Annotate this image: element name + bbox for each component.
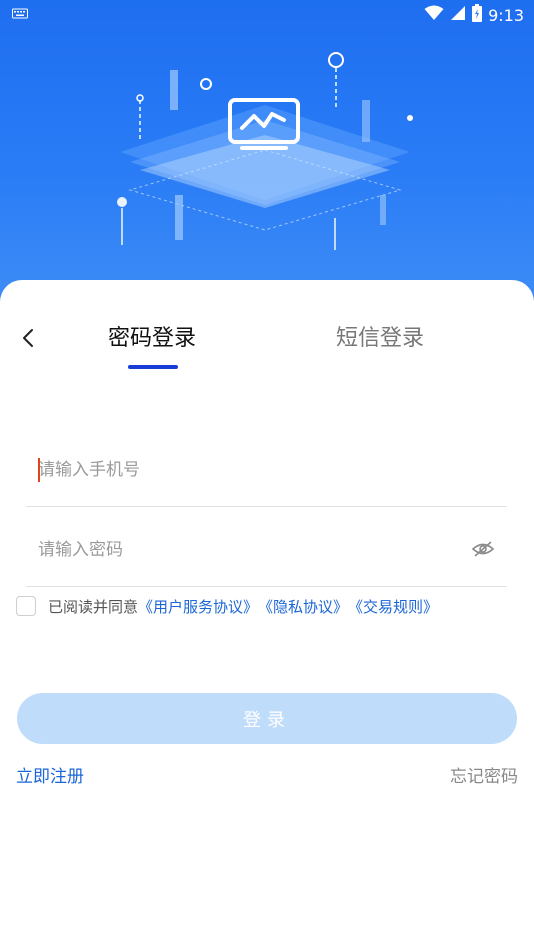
keyboard-icon	[12, 6, 28, 24]
login-card: 密码登录 短信登录 已阅读并同意 《用户服务协议》 《隐私协议》 《交易规则》 …	[0, 280, 534, 950]
wifi-icon	[424, 5, 444, 25]
phone-input[interactable]	[38, 456, 458, 484]
chevron-left-icon	[23, 329, 33, 347]
status-bar: 9:13	[0, 0, 534, 28]
eye-closed-icon[interactable]	[471, 540, 495, 558]
user-agreement-link[interactable]: 《用户服务协议》	[138, 596, 258, 617]
login-button[interactable]: 登录	[17, 693, 517, 744]
tab-sms-login[interactable]: 短信登录	[336, 320, 424, 352]
password-input[interactable]	[38, 536, 458, 564]
register-link[interactable]: 立即注册	[16, 762, 84, 787]
forgot-password-link[interactable]: 忘记密码	[450, 762, 518, 787]
privacy-policy-link[interactable]: 《隐私协议》	[258, 596, 348, 617]
password-field	[26, 506, 507, 587]
tab-active-indicator	[128, 365, 178, 369]
signal-icon	[450, 5, 466, 25]
phone-field	[26, 426, 507, 507]
agreement-checkbox[interactable]	[16, 596, 36, 616]
battery-icon	[472, 4, 483, 26]
agreement-prefix: 已阅读并同意	[48, 597, 139, 616]
monitor-chart-icon	[117, 52, 413, 250]
status-time: 9:13	[488, 5, 524, 25]
hero-banner: 9:13	[0, 0, 534, 310]
trading-rules-link[interactable]: 《交易规则》	[348, 596, 438, 617]
agreement-row: 已阅读并同意 《用户服务协议》 《隐私协议》 《交易规则》	[16, 594, 438, 618]
back-button[interactable]	[14, 324, 42, 352]
text-cursor	[38, 458, 40, 482]
tab-password-login[interactable]: 密码登录	[108, 320, 196, 352]
